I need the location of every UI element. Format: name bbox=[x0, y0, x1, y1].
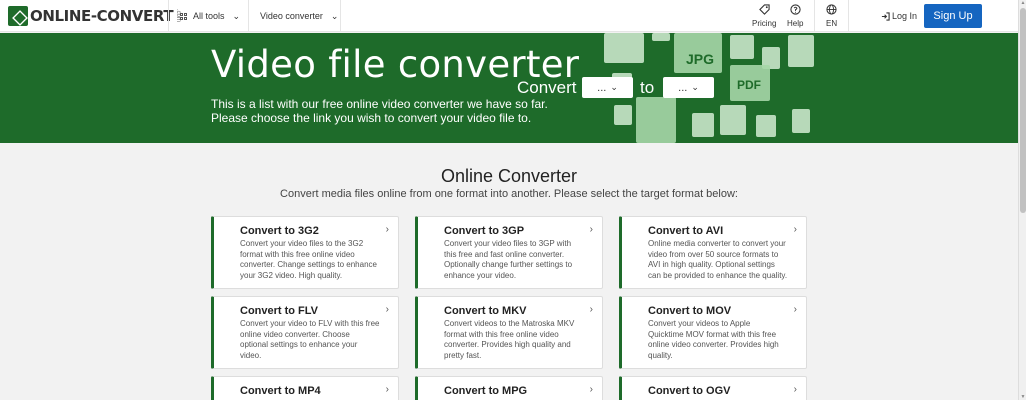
card-title: Convert to 3G2 bbox=[240, 225, 319, 237]
chevron-right-icon: › bbox=[793, 384, 797, 395]
chevron-down-icon: ⌄ bbox=[691, 82, 699, 92]
logo-mark-icon bbox=[8, 6, 28, 26]
tag-icon bbox=[758, 4, 770, 15]
card-description: Convert your videos to Apple Quicktime M… bbox=[648, 319, 779, 360]
scrollbar-thumb[interactable] bbox=[1020, 8, 1026, 213]
to-label: to bbox=[640, 78, 655, 97]
convert-card-mkv[interactable]: Convert to MKV Convert videos to the Mat… bbox=[415, 296, 603, 369]
pdf-label: PDF bbox=[737, 78, 761, 92]
convert-label: Convert bbox=[517, 78, 577, 97]
nav-divider bbox=[168, 0, 169, 32]
page-scrollbar[interactable]: ▲ ▼ bbox=[1018, 0, 1026, 400]
png-file-icon bbox=[614, 105, 632, 125]
hero-subtitle-line1: This is a list with our free online vide… bbox=[211, 97, 548, 111]
chevron-right-icon: › bbox=[793, 224, 797, 235]
card-title: Convert to AVI bbox=[648, 225, 724, 237]
convert-card-ogv[interactable]: Convert to OGV › bbox=[619, 376, 807, 400]
chevron-right-icon: › bbox=[385, 224, 389, 235]
language-label: EN bbox=[826, 19, 838, 28]
globe-icon bbox=[826, 4, 837, 15]
chevron-down-icon: ⌄ bbox=[232, 10, 241, 21]
site-logo[interactable]: ONLINE-CONVERT .com bbox=[8, 6, 181, 26]
source-format-value: ... bbox=[597, 81, 607, 94]
category-dropdown-button[interactable]: Video converter ⌄ bbox=[260, 0, 338, 32]
trend-file-icon bbox=[636, 97, 676, 143]
logo-text: ONLINE-CONVERT bbox=[30, 7, 174, 25]
image-file-icon bbox=[730, 35, 754, 59]
language-button[interactable]: EN bbox=[826, 4, 837, 28]
file-icon bbox=[652, 33, 670, 41]
target-format-value: ... bbox=[678, 81, 688, 94]
convert-card-mov[interactable]: Convert to MOV Convert your videos to Ap… bbox=[619, 296, 807, 369]
pricing-label: Pricing bbox=[752, 19, 777, 28]
file-icon bbox=[756, 115, 776, 137]
source-format-select[interactable]: ... ⌄ bbox=[582, 77, 633, 98]
chevron-right-icon: › bbox=[589, 304, 593, 315]
convert-card-3gp[interactable]: Convert to 3GP Convert your video files … bbox=[415, 216, 603, 289]
jpg-label: JPG bbox=[686, 51, 715, 67]
scroll-down-arrow-icon[interactable]: ▼ bbox=[1020, 394, 1026, 400]
login-button[interactable]: Log In bbox=[881, 0, 917, 32]
card-title: Convert to OGV bbox=[648, 385, 731, 397]
grid-icon bbox=[180, 12, 187, 20]
pricing-button[interactable]: Pricing bbox=[752, 4, 776, 28]
all-tools-label: All tools bbox=[193, 11, 225, 21]
chevron-down-icon: ⌄ bbox=[330, 10, 339, 21]
card-title: Convert to MPG bbox=[444, 385, 528, 397]
chevron-right-icon: › bbox=[589, 384, 593, 395]
convert-card-mp4[interactable]: Convert to MP4 › bbox=[211, 376, 399, 400]
file-icon bbox=[720, 105, 746, 135]
all-tools-button[interactable]: All tools ⌄ bbox=[180, 0, 240, 32]
login-label: Log In bbox=[892, 11, 918, 21]
chevron-down-icon: ⌄ bbox=[610, 82, 618, 92]
nav-divider bbox=[814, 0, 815, 32]
card-title: Convert to MOV bbox=[648, 305, 732, 317]
card-title: Convert to 3GP bbox=[444, 225, 525, 237]
help-label: Help bbox=[787, 19, 804, 28]
card-title: Convert to MKV bbox=[444, 305, 527, 317]
convert-card-flv[interactable]: Convert to FLV Convert your video to FLV… bbox=[211, 296, 399, 369]
chevron-right-icon: › bbox=[385, 384, 389, 395]
hero-subtitle: This is a list with our free online vide… bbox=[211, 97, 548, 125]
card-title: Convert to FLV bbox=[240, 305, 319, 317]
nav-divider bbox=[248, 0, 249, 32]
chevron-right-icon: › bbox=[793, 304, 797, 315]
convert-card-3g2[interactable]: Convert to 3G2 Convert your video files … bbox=[211, 216, 399, 289]
help-button[interactable]: Help bbox=[787, 4, 803, 28]
chevron-right-icon: › bbox=[589, 224, 593, 235]
card-title: Convert to MP4 bbox=[240, 385, 321, 397]
hero-banner: JPG PDF Video file converter This is a l… bbox=[0, 33, 1018, 143]
convert-card-avi[interactable]: Convert to AVI Online media converter to… bbox=[619, 216, 807, 289]
file-icon bbox=[692, 113, 714, 137]
hero-subtitle-line2: Please choose the link you wish to conve… bbox=[211, 111, 532, 125]
card-description: Convert videos to the Matroska MKV forma… bbox=[444, 319, 575, 360]
category-label: Video converter bbox=[260, 11, 323, 21]
card-description: Online media converter to convert your v… bbox=[648, 239, 788, 280]
chevron-right-icon: › bbox=[385, 304, 389, 315]
font-file-icon bbox=[792, 109, 810, 133]
email-file-icon bbox=[604, 33, 644, 63]
section-subtitle: Convert media files online from one form… bbox=[280, 188, 738, 200]
nav-divider bbox=[848, 0, 849, 32]
sign-in-icon bbox=[881, 11, 890, 21]
signup-button[interactable]: Sign Up bbox=[924, 4, 982, 28]
target-format-select[interactable]: ... ⌄ bbox=[663, 77, 714, 98]
convert-card-mpg[interactable]: Convert to MPG › bbox=[415, 376, 603, 400]
card-description: Convert your video to FLV with this free… bbox=[240, 319, 380, 360]
question-circle-icon bbox=[790, 4, 801, 15]
card-description: Convert your video files to the 3G2 form… bbox=[240, 239, 377, 280]
nav-divider bbox=[340, 0, 341, 32]
card-description: Convert your video files to 3GP with thi… bbox=[444, 239, 573, 280]
section-title: Online Converter bbox=[440, 166, 578, 186]
scroll-up-arrow-icon[interactable]: ▲ bbox=[1020, 0, 1026, 6]
top-navigation-bar: ONLINE-CONVERT .com All tools ⌄ Video co… bbox=[0, 0, 1018, 32]
chart-file-icon bbox=[788, 35, 814, 67]
